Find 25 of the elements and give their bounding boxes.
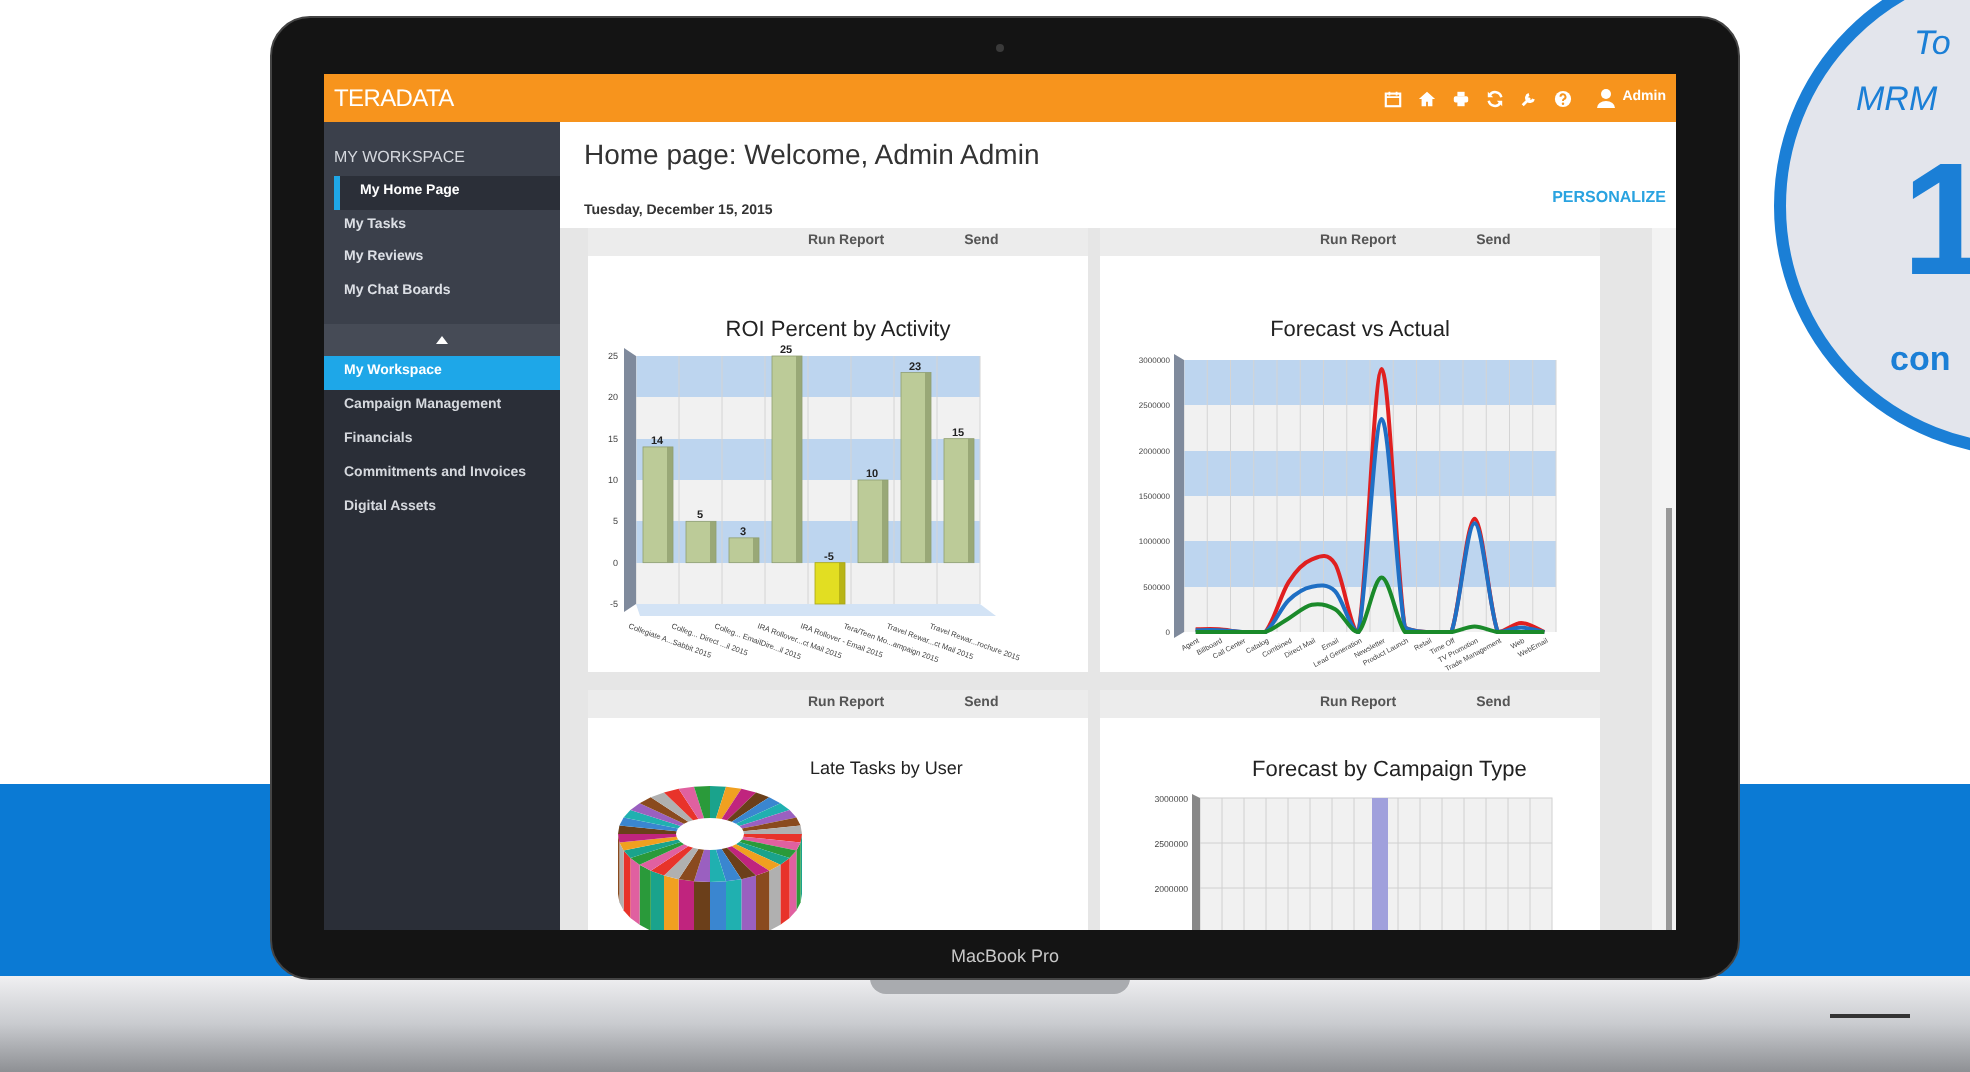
badge-text: MRM	[1856, 82, 1938, 116]
chart-title: Forecast by Campaign Type	[1250, 756, 1529, 786]
caret-up-icon	[436, 336, 448, 344]
refresh-icon[interactable]	[1486, 89, 1505, 107]
badge-text: To	[1914, 26, 1951, 60]
collapse-toggle[interactable]	[324, 324, 560, 356]
calendar-icon[interactable]	[1384, 89, 1403, 107]
scrollbar[interactable]	[1652, 228, 1676, 930]
badge-text: con	[1890, 342, 1951, 376]
laptop-label: MacBook Pro	[950, 944, 1060, 970]
badge-text: 1	[1902, 140, 1965, 300]
camera-icon	[996, 44, 1004, 52]
chart-title: Forecast vs Actual	[1270, 318, 1450, 342]
chart-title: Late Tasks by User	[808, 756, 965, 782]
home-icon[interactable]	[1418, 89, 1437, 107]
printer-icon[interactable]	[1452, 89, 1471, 107]
logo-text: TERADATA	[334, 82, 454, 116]
page-title: Home page: Welcome, Admin Admin	[582, 136, 1042, 174]
chart-title: ROI Percent by Activity	[725, 318, 951, 342]
vent-line	[1830, 1014, 1910, 1018]
scrollbar-thumb[interactable]	[1666, 508, 1672, 930]
help-icon[interactable]	[1554, 89, 1573, 107]
user-icon	[1596, 88, 1617, 108]
wrench-icon[interactable]	[1520, 89, 1539, 107]
section-title: MY WORKSPACE	[332, 146, 467, 170]
